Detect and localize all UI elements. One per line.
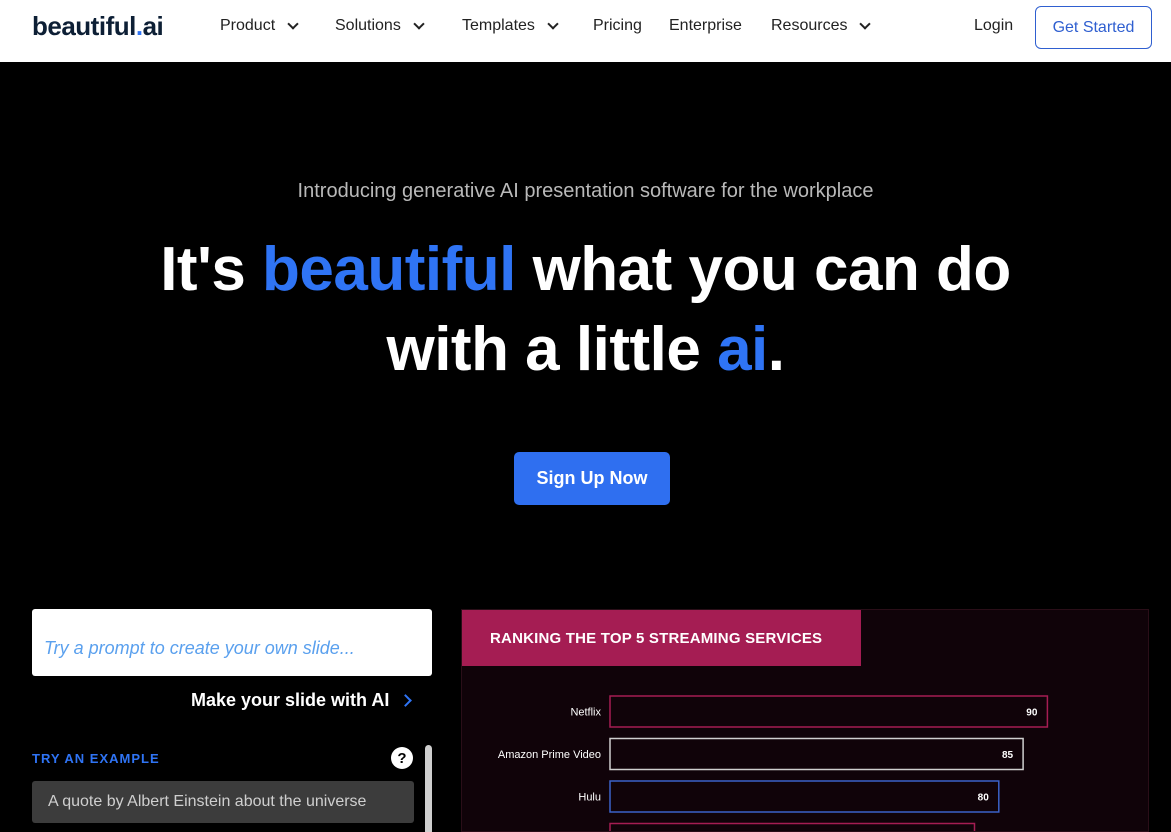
nav-label: Solutions [335,17,401,34]
chevron-down-icon [859,18,872,30]
chevron-down-icon [413,18,425,30]
nav-label: Resources [771,17,848,34]
chart-bar [609,737,1024,771]
headline-text: what you can do [515,235,1012,304]
headline-highlight: ai [717,315,768,384]
login-link[interactable]: Login [974,0,1013,52]
headline-highlight: beautiful [262,235,516,304]
chart-value-label: 90 [1026,708,1038,719]
chevron-down-icon [547,18,559,30]
headline-text: . [767,315,785,384]
try-example-label: TRY AN EXAMPLE [32,751,160,766]
chevron-down-icon [287,18,299,30]
chart-bar [609,780,1000,813]
nav-label: Enterprise [669,17,742,34]
sign-up-button[interactable]: Sign Up Now [514,452,670,505]
chevron-right-icon [399,694,413,707]
nav-item-product[interactable]: Product [220,0,299,52]
chart-category-label: Hulu [578,792,601,804]
chart-title: RANKING THE TOP 5 STREAMING SERVICES [462,610,861,666]
nav-item-resources[interactable]: Resources [771,0,872,52]
nav-item-enterprise[interactable]: Enterprise [669,0,742,52]
nav-item-templates[interactable]: Templates [462,0,559,52]
nav-item-pricing[interactable]: Pricing [593,0,642,52]
examples-scrollbar[interactable] [425,745,432,832]
top-nav: beautiful.ai Product Solutions Templates… [0,0,1171,62]
example-prompt-item[interactable]: A quote by Albert Einstein about the uni… [32,781,414,823]
logo[interactable]: beautiful.ai [32,11,164,42]
chart-category-label: Amazon Prime Video [498,749,601,761]
headline-text: with a little [386,315,718,384]
make-slide-label: Make your slide with AI [191,690,390,710]
headline-text: It's [160,235,263,304]
make-slide-button[interactable]: Make your slide with AI [191,690,413,711]
prompt-box [32,609,432,676]
chart-category-label: Netflix [570,707,601,719]
chart-value-label: 80 [978,793,990,804]
get-started-button[interactable]: Get Started [1035,6,1152,49]
prompt-input[interactable] [32,609,432,676]
logo-ai: ai [142,11,164,41]
chart-bar [609,822,976,831]
nav-item-solutions[interactable]: Solutions [335,0,425,52]
chart-bar [609,695,1049,728]
nav-label: Templates [462,17,535,34]
help-icon[interactable]: ? [391,747,413,769]
hero-intro: Introducing generative AI presentation s… [297,180,874,202]
nav-label: Pricing [593,17,642,34]
slide-preview: 90Netflix85Amazon Prime Video80Hulu75 RA… [461,609,1149,832]
chart-value-label: 85 [1002,750,1014,761]
hero-headline-line1: It's beautiful what you can do [0,234,1171,305]
hero-headline-line2: with a little ai. [0,314,1171,385]
logo-dot: . [135,11,143,41]
logo-text: beautiful [32,11,136,41]
nav-label: Product [220,17,276,34]
